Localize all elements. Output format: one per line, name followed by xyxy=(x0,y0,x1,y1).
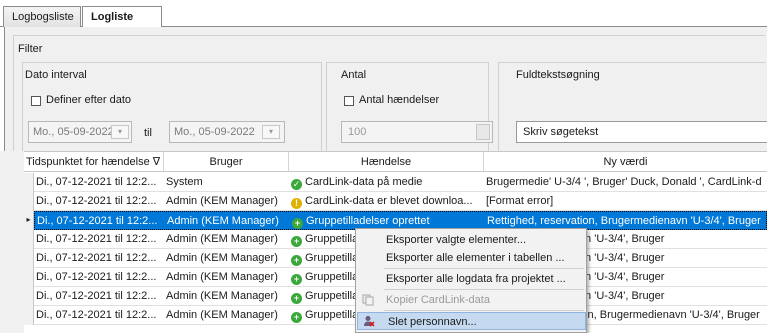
warning-icon: ! xyxy=(291,198,302,209)
menu-item-export-project[interactable]: Eksporter alle logdata fra projektet ... xyxy=(356,270,586,288)
calendar-dropdown-icon[interactable]: ▾ xyxy=(111,125,129,139)
cell-user: System xyxy=(166,176,203,188)
menu-item-copy-cardlink[interactable]: Kopier CardLink-data xyxy=(356,291,586,309)
row-selector[interactable] xyxy=(24,230,34,249)
count-input[interactable]: 100 xyxy=(341,121,493,143)
define-by-date-checkbox[interactable] xyxy=(31,96,41,106)
column-header-event[interactable]: Hændelse xyxy=(289,152,484,172)
add-icon: + xyxy=(291,293,302,304)
cell-time: Di., 07-12-2021 til 12:2... xyxy=(36,309,157,321)
row-selector[interactable] xyxy=(24,306,34,325)
cell-event-text: Gruppetilla xyxy=(305,252,359,264)
tab-strip: Logbogsliste Logliste xyxy=(0,0,767,28)
copy-icon xyxy=(362,294,374,306)
date-to-label: til xyxy=(144,127,152,139)
tab-logliste[interactable]: Logliste xyxy=(82,6,162,28)
spin-buttons[interactable] xyxy=(476,124,490,140)
table-row[interactable]: Di., 07-12-2021 til 12:2... Admin (KEM Ma… xyxy=(34,192,767,211)
row-selector[interactable] xyxy=(24,287,34,306)
cell-event-text: Gruppetilladelser oprettet xyxy=(306,215,430,227)
column-header-user[interactable]: Bruger xyxy=(164,152,289,172)
menu-item-delete-person-name[interactable]: Slet personnavn... xyxy=(357,312,586,330)
date-interval-group: Dato interval Definer efter dato Mo., 05… xyxy=(22,62,322,156)
menu-separator xyxy=(384,289,584,290)
fulltext-search-input[interactable]: Skriv søgetekst xyxy=(516,121,767,143)
cell-new-value: [Format error] xyxy=(486,195,554,207)
count-title: Antal xyxy=(341,69,367,81)
date-to-picker[interactable]: Mo., 05-09-2022 ▾ xyxy=(169,121,285,143)
row-selector[interactable] xyxy=(24,173,34,192)
cell-time: Di., 07-12-2021 til 12:2... xyxy=(36,290,157,302)
menu-separator xyxy=(384,268,584,269)
cell-time: Di., 07-12-2021 til 12:2... xyxy=(36,176,157,188)
date-interval-title: Dato interval xyxy=(25,69,87,81)
fulltext-search-value: Skriv søgetekst xyxy=(523,126,599,138)
add-icon: + xyxy=(292,218,303,229)
add-icon: + xyxy=(291,274,302,285)
define-by-date-label: Definer efter dato xyxy=(46,94,131,106)
check-icon: ✓ xyxy=(291,179,302,190)
cell-user: Admin (KEM Manager) xyxy=(166,233,278,245)
delete-user-icon xyxy=(364,316,375,327)
count-value: 100 xyxy=(348,126,367,138)
count-checkbox[interactable] xyxy=(344,96,354,106)
row-selector[interactable]: ▸ xyxy=(24,211,34,230)
filter-group: Filter Dato interval Definer efter dato … xyxy=(13,35,767,163)
filter-title: Filter xyxy=(18,43,43,55)
row-selector[interactable] xyxy=(24,268,34,287)
fulltext-group: Fuldtekstsøgning Skriv søgetekst xyxy=(498,62,767,156)
cell-event-text: Gruppetilla xyxy=(305,271,359,283)
count-checkbox-label: Antal hændelser xyxy=(359,94,440,106)
cell-time: Di., 07-12-2021 til 12:2... xyxy=(36,195,157,207)
date-from-value: Mo., 05-09-2022 xyxy=(33,126,114,138)
cell-event-text: CardLink-data på medie xyxy=(305,176,423,188)
cell-time: Di., 07-12-2021 til 12:2... xyxy=(36,233,157,245)
add-icon: + xyxy=(291,236,302,247)
cell-event-text: Gruppetilla xyxy=(305,233,359,245)
menu-separator xyxy=(384,310,584,311)
menu-item-export-table[interactable]: Eksporter alle elementer i tabellen ... xyxy=(356,249,586,267)
cell-user: Admin (KEM Manager) xyxy=(166,290,278,302)
cell-time: Di., 07-12-2021 til 12:2... xyxy=(36,252,157,264)
calendar-dropdown-icon[interactable]: ▾ xyxy=(262,125,280,139)
cell-event: ✓ CardLink-data på medie xyxy=(289,173,484,191)
cell-user: Admin (KEM Manager) xyxy=(166,252,278,264)
grid-left-margin xyxy=(0,151,24,333)
menu-item-label: Kopier CardLink-data xyxy=(386,294,490,306)
column-header-new-value[interactable]: Ny værdi xyxy=(484,152,767,172)
tab-logbogsliste[interactable]: Logbogsliste xyxy=(3,6,81,27)
cell-event-text: CardLink-data er blevet downloa... xyxy=(305,195,473,207)
cell-user: Admin (KEM Manager) xyxy=(167,215,279,227)
cell-user: Admin (KEM Manager) xyxy=(166,271,278,283)
cell-user: Admin (KEM Manager) xyxy=(166,195,278,207)
column-header-time[interactable]: Tidspunktet for hændelse ∇ xyxy=(24,152,164,172)
row-selector[interactable] xyxy=(24,192,34,211)
add-icon: + xyxy=(291,312,302,323)
add-icon: + xyxy=(291,255,302,266)
cell-time: Di., 07-12-2021 til 12:2... xyxy=(36,271,157,283)
cell-user: Admin (KEM Manager) xyxy=(166,309,278,321)
date-from-picker[interactable]: Mo., 05-09-2022 ▾ xyxy=(28,121,132,143)
cell-event: ! CardLink-data er blevet downloa... xyxy=(289,192,484,210)
table-row[interactable]: Di., 07-12-2021 til 12:2... System ✓ CardLi… xyxy=(34,173,767,192)
date-to-value: Mo., 05-09-2022 xyxy=(174,126,255,138)
context-menu: Eksporter valgte elementer... Eksporter … xyxy=(355,228,587,333)
menu-item-export-selected[interactable]: Eksporter valgte elementer... xyxy=(356,231,586,249)
menu-item-label: Slet personnavn... xyxy=(388,316,477,328)
row-selector[interactable] xyxy=(24,249,34,268)
cell-time: Di., 07-12-2021 til 12:2... xyxy=(37,215,158,227)
cell-new-value: Brugermedie' U-3/4 ', Bruger' Duck, Dona… xyxy=(486,176,762,188)
fulltext-title: Fuldtekstsøgning xyxy=(516,69,600,81)
count-group: Antal Antal hændelser 100 xyxy=(326,62,493,156)
cell-event-text: Gruppetilla xyxy=(305,290,359,302)
